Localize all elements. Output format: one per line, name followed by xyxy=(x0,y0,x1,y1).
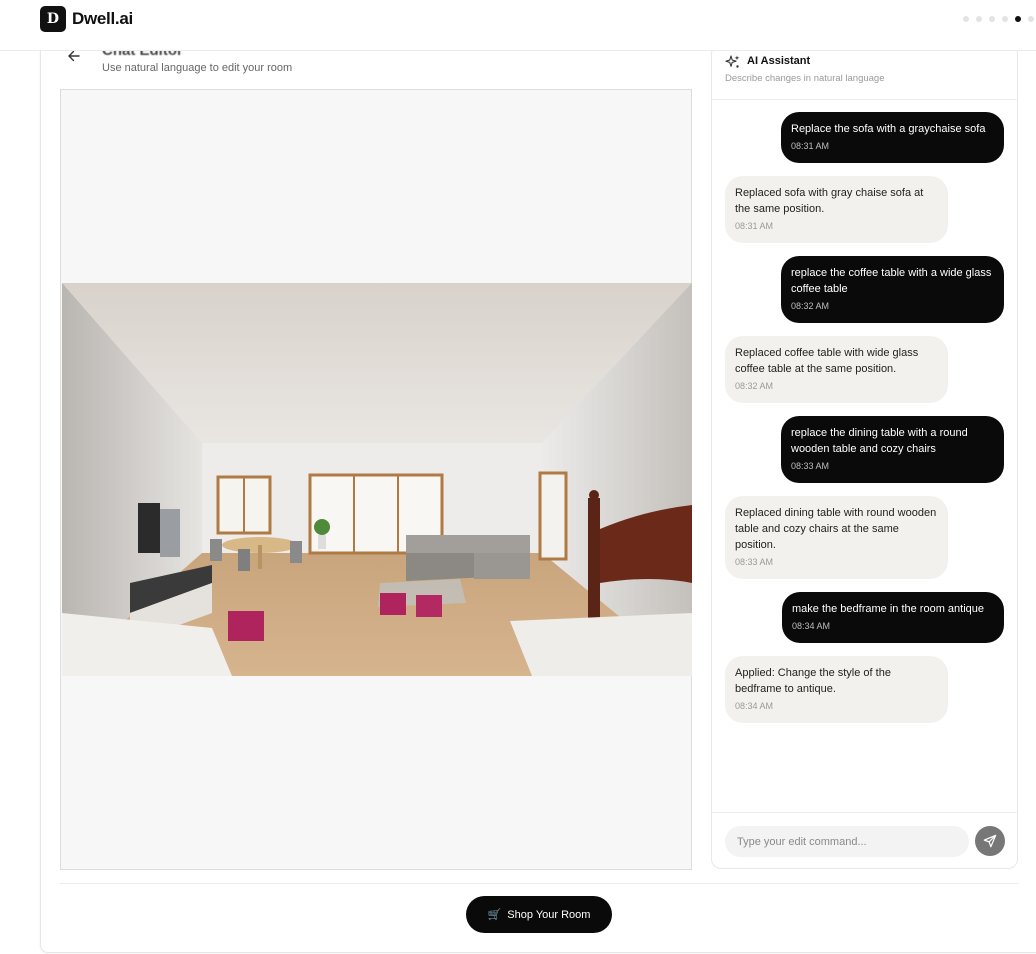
message-text: Replaced sofa with gray chaise sofa at t… xyxy=(735,187,924,215)
message-text: Applied: Change the style of the bedfram… xyxy=(735,667,891,695)
assistant-message: Replaced dining table with round wooden … xyxy=(725,496,948,579)
user-message: replace the coffee table with a wide gla… xyxy=(781,256,1004,323)
sparkles-icon xyxy=(725,55,740,68)
assistant-header: AI Assistant Describe changes in natural… xyxy=(712,45,1017,100)
message-text: Replaced coffee table with wide glass co… xyxy=(735,347,919,375)
edit-command-input[interactable] xyxy=(725,826,969,857)
user-message: make the bedframe in the room antique 08… xyxy=(782,592,1004,643)
page-subtitle: Use natural language to edit your room xyxy=(102,62,293,74)
message-text: replace the coffee table with a wide gla… xyxy=(791,267,992,295)
assistant-message: Applied: Change the style of the bedfram… xyxy=(725,656,948,723)
send-button[interactable] xyxy=(975,826,1005,856)
room-canvas xyxy=(60,89,692,870)
top-bar: D Dwell.ai xyxy=(0,0,1036,51)
message-time: 08:34 AM xyxy=(735,701,774,711)
assistant-message: Replaced sofa with gray chaise sofa at t… xyxy=(725,176,948,243)
message-time: 08:33 AM xyxy=(735,557,774,567)
logo-mark: D xyxy=(40,6,66,32)
room-render-image xyxy=(62,283,692,676)
message-time: 08:31 AM xyxy=(735,221,774,231)
step-dot-active xyxy=(1015,16,1021,22)
assistant-subtitle: Describe changes in natural language xyxy=(725,73,885,84)
message-time: 08:34 AM xyxy=(792,621,831,631)
assistant-title: AI Assistant xyxy=(747,55,811,67)
shop-button-label: Shop Your Room xyxy=(507,908,591,921)
step-dot xyxy=(976,16,982,22)
step-dot xyxy=(963,16,969,22)
ai-assistant-panel: AI Assistant Describe changes in natural… xyxy=(711,44,1018,869)
message-time: 08:32 AM xyxy=(791,301,830,311)
step-dot xyxy=(989,16,995,22)
message-text: Replaced dining table with round wooden … xyxy=(735,507,937,551)
shop-your-room-button[interactable]: 🛒 Shop Your Room xyxy=(466,896,612,933)
message-text: replace the dining table with a round wo… xyxy=(791,427,968,455)
assistant-message: Replaced coffee table with wide glass co… xyxy=(725,336,948,403)
message-time: 08:31 AM xyxy=(791,141,830,151)
brand-name: Dwell.ai xyxy=(72,9,133,28)
step-dot xyxy=(1028,16,1034,22)
cart-icon: 🛒 xyxy=(487,909,502,921)
message-time: 08:33 AM xyxy=(791,461,830,471)
user-message: Replace the sofa with a graychaise sofa … xyxy=(781,112,1004,163)
message-time: 08:32 AM xyxy=(735,381,774,391)
send-icon xyxy=(983,834,997,848)
user-message: replace the dining table with a round wo… xyxy=(781,416,1004,483)
step-dot xyxy=(1002,16,1008,22)
assistant-input-bar xyxy=(712,812,1017,868)
footer-divider xyxy=(60,883,1018,884)
step-indicator xyxy=(963,16,1034,22)
message-text: make the bedframe in the room antique xyxy=(792,603,985,615)
message-text: Replace the sofa with a graychaise sofa xyxy=(791,123,986,135)
